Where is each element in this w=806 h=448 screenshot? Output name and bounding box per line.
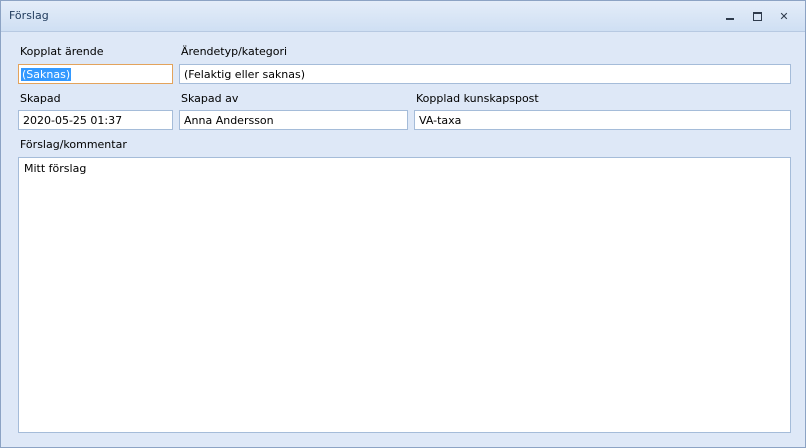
- skapad-value: 2020-05-25 01:37: [23, 114, 123, 127]
- arendetyp-label: Ärendetyp/kategori: [181, 45, 288, 58]
- close-button[interactable]: ✕: [775, 9, 793, 23]
- maximize-icon: [752, 11, 762, 21]
- kunskapspost-value: VA-taxa: [419, 114, 462, 127]
- arendetyp-value: (Felaktig eller saknas): [184, 68, 306, 81]
- title-bar[interactable]: Förslag ✕: [1, 1, 805, 32]
- arendetyp-field[interactable]: (Felaktig eller saknas): [179, 64, 791, 84]
- skapad-field[interactable]: 2020-05-25 01:37: [18, 110, 173, 130]
- minimize-icon: [726, 18, 734, 20]
- kunskapspost-field[interactable]: VA-taxa: [414, 110, 791, 130]
- kopplat-arende-field[interactable]: (Saknas): [18, 64, 173, 84]
- skapad-av-value: Anna Andersson: [184, 114, 274, 127]
- kunskapspost-label: Kopplad kunskapspost: [416, 92, 539, 105]
- minimize-button[interactable]: [721, 9, 739, 23]
- window: Förslag ✕ Kopplat ärende (Saknas) Ärende…: [0, 0, 806, 448]
- skapad-label: Skapad: [20, 92, 61, 105]
- maximize-button[interactable]: [748, 9, 766, 23]
- close-icon: ✕: [779, 9, 789, 23]
- kopplat-arende-label: Kopplat ärende: [20, 45, 104, 58]
- kommentar-label: Förslag/kommentar: [20, 138, 127, 151]
- skapad-av-label: Skapad av: [181, 92, 239, 105]
- kopplat-arende-value: (Saknas): [21, 68, 72, 81]
- skapad-av-field[interactable]: Anna Andersson: [179, 110, 408, 130]
- kommentar-textarea[interactable]: Mitt förslag: [18, 157, 791, 433]
- kommentar-value: Mitt förslag: [24, 162, 87, 175]
- window-title: Förslag: [9, 9, 49, 22]
- form-panel: Kopplat ärende (Saknas) Ärendetyp/katego…: [2, 32, 804, 446]
